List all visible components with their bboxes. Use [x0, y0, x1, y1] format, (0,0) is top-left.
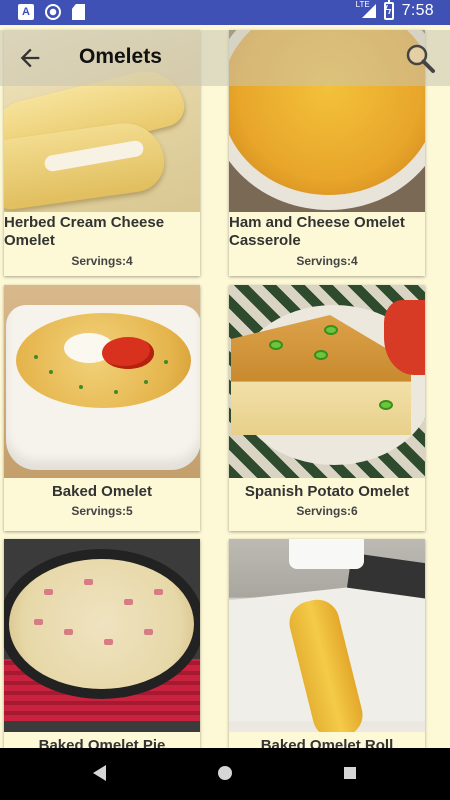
app-toolbar: Omelets [0, 30, 450, 86]
recipe-servings: Servings:4 [71, 254, 133, 268]
recipe-title: Ham and Cheese Omelet Casserole [229, 214, 405, 249]
recipe-title: Baked Omelet Roll [260, 737, 394, 748]
sync-ring-icon [45, 4, 61, 20]
recipe-servings: Servings:6 [296, 504, 358, 518]
recipe-card[interactable]: Baked Omelet Roll [229, 539, 425, 748]
recipe-photo [229, 539, 425, 732]
recents-square-icon[interactable] [342, 764, 358, 782]
recipe-title: Herbed Cream Cheese Omelet [4, 214, 165, 249]
home-circle-icon[interactable] [217, 764, 233, 782]
search-icon[interactable] [404, 42, 436, 74]
sd-card-icon [72, 4, 85, 20]
recipe-photo [4, 539, 200, 732]
recipe-title: Baked Omelet [51, 483, 153, 500]
battery-charging-icon [383, 0, 394, 20]
recipe-photo [4, 285, 200, 478]
recipe-card[interactable]: Spanish Potato Omelet Servings:6 [229, 285, 425, 531]
lte-signal-icon: LTE [356, 0, 376, 20]
page-title: Omelets [79, 45, 162, 68]
recipe-grid[interactable]: Herbed Cream Cheese Omelet Servings:4 Ha… [0, 25, 450, 748]
status-time: 7:58 [401, 2, 434, 19]
arrow-back-icon[interactable] [16, 44, 44, 72]
recipe-card[interactable]: Baked Omelet Servings:5 [4, 285, 200, 531]
recipe-photo [229, 285, 425, 478]
recipe-title: Baked Omelet Pie [38, 737, 166, 748]
recipe-title: Spanish Potato Omelet [244, 483, 410, 500]
system-nav-bar [0, 748, 450, 800]
notification-a-icon: A [18, 4, 34, 20]
recipe-servings: Servings:4 [296, 254, 358, 268]
status-bar: A LTE 7:58 [0, 0, 450, 25]
recipe-servings: Servings:5 [71, 504, 133, 518]
recipe-card[interactable]: Baked Omelet Pie [4, 539, 200, 748]
back-triangle-icon[interactable] [92, 764, 108, 782]
